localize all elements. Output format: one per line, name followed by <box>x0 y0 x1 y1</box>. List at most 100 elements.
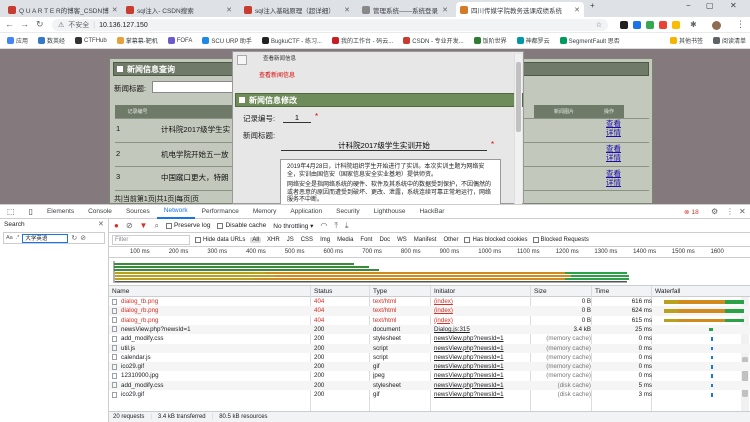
bookmark-item[interactable]: CSDN - 专业开发... <box>399 36 467 45</box>
export-icon[interactable]: ⤓ <box>345 221 349 231</box>
extension-icon[interactable] <box>659 21 667 29</box>
bookmark-item[interactable]: 我的工作台 - 码云... <box>328 36 397 45</box>
refresh-search-icon[interactable]: ↻ <box>71 234 77 242</box>
tab-application[interactable]: Application <box>283 205 329 219</box>
inspect-element-icon[interactable]: ⬚ <box>0 205 22 219</box>
more-options-icon[interactable]: ⋮ <box>726 207 734 216</box>
star-icon[interactable]: ☆ <box>596 21 602 29</box>
filter-type-ws[interactable]: WS <box>396 237 408 243</box>
more-menu-icon[interactable]: ⋮ <box>736 19 745 30</box>
bookmark-item[interactable]: BugkuCTF - 练习... <box>258 36 326 45</box>
request-row[interactable]: newsView.php?newsId=1 200 document Dialog.j… <box>109 324 750 335</box>
close-tab-icon[interactable]: ✕ <box>344 6 350 14</box>
filter-type-xhr[interactable]: XHR <box>266 237 281 243</box>
extension-icon[interactable] <box>633 21 641 29</box>
request-initiator[interactable]: (index) <box>434 317 530 324</box>
blocked-requests-checkbox[interactable]: Blocked Requests <box>532 236 589 243</box>
blocked-cookies-checkbox[interactable]: Has blocked cookies <box>464 236 528 243</box>
news-content-textarea[interactable]: 2019年4月28日，计科院组织学生开始进行了实训。本次实训主题为网络安全，实训… <box>280 159 501 204</box>
request-initiator[interactable]: newsView.php?newsId=1 <box>434 354 530 361</box>
tab-security[interactable]: Security <box>329 205 366 219</box>
bookmark-apps[interactable]: 应用 <box>3 36 32 45</box>
back-arrow-icon[interactable]: ← <box>5 19 14 30</box>
column-initiator[interactable]: Initiator <box>434 288 455 295</box>
column-size[interactable]: Size <box>534 288 547 295</box>
column-status[interactable]: Status <box>314 288 332 295</box>
error-badge[interactable]: ⊗ 18 <box>684 208 699 217</box>
bookmark-item[interactable]: 神都罗云 <box>513 36 554 45</box>
search-query-input[interactable]: 大学英语 <box>22 233 69 243</box>
request-initiator[interactable]: newsView.php?newsId=1 <box>434 363 530 370</box>
extension-icon[interactable] <box>620 21 628 29</box>
import-icon[interactable]: ⤒ <box>334 221 338 231</box>
bookmark-item[interactable]: SegmentFault 思否 <box>556 36 624 45</box>
request-row[interactable]: calendar.js 200 script newsView.php?newsId=… <box>109 353 750 362</box>
browser-tab-5-active[interactable]: 四川传媒学院教务选课成绩系统 ✕ <box>456 2 584 17</box>
tab-performance[interactable]: Performance <box>195 205 246 219</box>
filter-type-font[interactable]: Font <box>359 237 373 243</box>
tab-hackbar[interactable]: HackBar <box>412 205 451 219</box>
throttling-select[interactable]: No throttling ▾ <box>273 222 313 230</box>
column-waterfall[interactable]: Waterfall <box>655 288 680 295</box>
view-details-link[interactable]: 查看详情 <box>606 144 622 162</box>
close-search-icon[interactable]: ✕ <box>98 220 104 228</box>
tab-sources[interactable]: Sources <box>119 205 157 219</box>
close-tab-icon[interactable]: ✕ <box>442 6 448 14</box>
close-tab-icon[interactable]: ✕ <box>112 6 118 14</box>
new-tab-button[interactable]: + <box>590 1 595 10</box>
browser-tab-4[interactable]: 管理系统——系统登录 ✕ <box>358 2 452 17</box>
column-time[interactable]: Time <box>595 288 609 295</box>
view-details-link[interactable]: 查看详情 <box>606 169 622 187</box>
filter-type-all[interactable]: All <box>250 236 262 243</box>
dialog-scrollbar[interactable] <box>514 54 522 204</box>
request-initiator[interactable]: (index) <box>434 298 530 305</box>
tab-network[interactable]: Network <box>156 205 195 219</box>
tab-elements[interactable]: Elements <box>40 205 81 219</box>
minimize-button[interactable]: − <box>686 1 691 10</box>
request-initiator[interactable]: (index) <box>434 307 530 314</box>
extension-icon[interactable] <box>672 21 680 29</box>
close-devtools-icon[interactable]: ✕ <box>739 207 746 216</box>
scrollbar-thumb[interactable] <box>516 62 521 132</box>
filter-type-css[interactable]: CSS <box>300 237 314 243</box>
request-row[interactable]: 12310900.jpg 200 jpeg newsView.php?newsId=1… <box>109 371 750 380</box>
record-id-input[interactable] <box>283 113 311 123</box>
close-tab-icon[interactable]: ✕ <box>574 6 580 14</box>
request-row[interactable]: dialog_rb.png 404 text/html (index) 0 B 624 m… <box>109 306 750 316</box>
regex-toggle[interactable]: .* <box>16 235 20 241</box>
bookmark-item[interactable]: FOFA <box>164 37 197 44</box>
request-row[interactable]: add_modify.css 200 stylesheet newsView.php?… <box>109 334 750 343</box>
bookmark-item[interactable]: 饭阶世界 <box>470 36 511 45</box>
filter-type-js[interactable]: JS <box>286 237 295 243</box>
column-name[interactable]: Name <box>112 288 129 295</box>
tab-memory[interactable]: Memory <box>246 205 283 219</box>
maximize-button[interactable]: ▢ <box>706 1 714 10</box>
hide-data-urls-checkbox[interactable]: Hide data URLs <box>195 236 245 243</box>
device-toolbar-icon[interactable]: ▯ <box>22 205 40 219</box>
request-row[interactable]: ico29.gif 200 gif newsView.php?newsId=1 (mem… <box>109 362 750 372</box>
request-initiator[interactable]: newsView.php?newsId=1 <box>434 345 530 352</box>
forward-arrow-icon[interactable]: → <box>20 19 29 30</box>
request-row[interactable]: dialog_tb.png 404 text/html (index) 0 B 616 m… <box>109 297 750 306</box>
disable-cache-checkbox[interactable]: Disable cache <box>217 222 266 229</box>
bookmark-reading-list[interactable]: 阅读清单 <box>709 36 750 45</box>
request-row[interactable]: ico29.gif 200 gif newsView.php?newsId=1 (dis… <box>109 390 750 399</box>
tab-console[interactable]: Console <box>81 205 119 219</box>
view-details-link[interactable]: 查看详情 <box>606 119 622 137</box>
request-initiator[interactable]: newsView.php?newsId=1 <box>434 382 530 389</box>
browser-tab-1[interactable]: Q U A R T E R的博客_CSDN博 ✕ <box>4 2 118 17</box>
search-box[interactable]: Aa .* 大学英语 ↻ ⊘ <box>3 232 105 244</box>
record-icon[interactable]: ● <box>114 221 119 230</box>
search-input[interactable] <box>152 81 234 93</box>
filter-type-manifest[interactable]: Manifest <box>413 237 438 243</box>
bookmark-item[interactable]: 数英经 <box>34 36 69 45</box>
request-initiator[interactable]: newsView.php?newsId=1 <box>434 391 530 398</box>
request-initiator[interactable]: newsView.php?newsId=1 <box>434 372 530 379</box>
browser-tab-3[interactable]: sql注入基础原理（超详细） ✕ <box>240 2 354 17</box>
filter-type-other[interactable]: Other <box>442 237 459 243</box>
address-bar[interactable]: ⚠ 不安全 | 10.136.127.150 ☆ <box>52 19 608 31</box>
match-case-toggle[interactable]: Aa <box>6 235 13 241</box>
search-icon[interactable]: ⌕ <box>154 221 158 231</box>
filter-type-doc[interactable]: Doc <box>378 237 391 243</box>
clear-search-icon[interactable]: ⊘ <box>80 234 86 242</box>
